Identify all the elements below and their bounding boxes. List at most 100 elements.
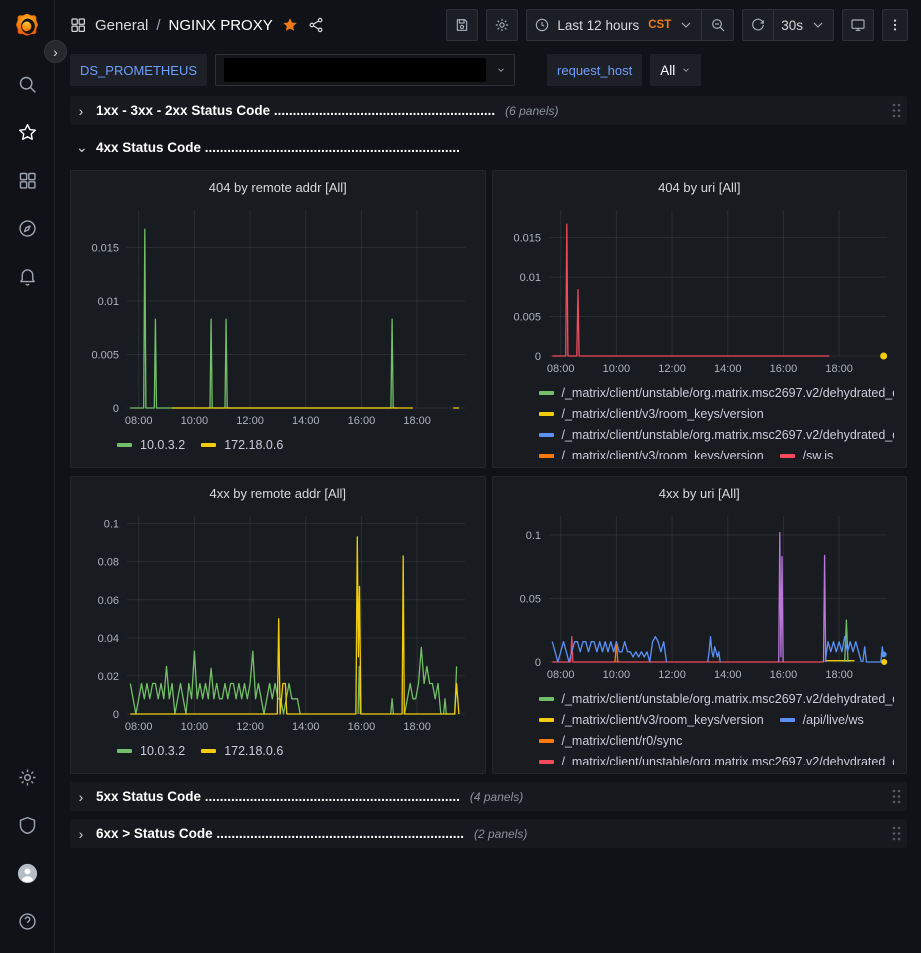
legend-item[interactable]: 10.0.3.2 [117, 740, 185, 761]
legend-swatch [201, 749, 216, 753]
legend-label: /_matrix/client/r0/sync [562, 734, 683, 748]
sidebar-item-profile[interactable] [5, 855, 49, 891]
zoom-out-time-button[interactable] [702, 9, 734, 41]
legend-swatch [201, 443, 216, 447]
refresh-interval-label: 30s [781, 18, 803, 33]
dashboard-canvas: › 1xx - 3xx - 2xx Status Code ..........… [55, 94, 921, 953]
refresh-interval-picker[interactable]: 30s [774, 9, 834, 41]
row-title: 1xx - 3xx - 2xx Status Code ............… [96, 103, 495, 118]
row-header-1xx-3xx-2xx[interactable]: › 1xx - 3xx - 2xx Status Code ..........… [70, 96, 907, 125]
legend-item[interactable]: /_matrix/client/unstable/org.matrix.msc2… [539, 382, 895, 403]
legend-item[interactable]: /_matrix/client/v3/room_keys/version [539, 445, 764, 459]
svg-text:14:00: 14:00 [292, 415, 320, 427]
timeseries-plot[interactable]: 00.050.108:0010:0012:0014:0016:0018:00 [503, 506, 897, 684]
variable-label-request-host: request_host [547, 54, 642, 86]
sidebar-item-explore[interactable] [5, 210, 49, 246]
svg-text:16:00: 16:00 [348, 721, 376, 733]
legend-label: 10.0.3.2 [140, 744, 185, 758]
legend-item[interactable]: /_matrix/client/unstable/org.matrix.msc2… [539, 751, 895, 765]
panel-title[interactable]: 4xx by remote addr [All] [81, 482, 475, 506]
sidebar-item-help[interactable] [5, 903, 49, 939]
sidebar-expand-button[interactable]: › [44, 40, 67, 63]
star-filled-icon[interactable] [281, 16, 299, 34]
sidebar-item-configuration[interactable] [5, 759, 49, 795]
legend-label: /sw.js [803, 449, 834, 460]
svg-text:18:00: 18:00 [403, 415, 431, 427]
timeseries-plot[interactable]: 00.0050.010.01508:0010:0012:0014:0016:00… [81, 200, 475, 430]
row-header-5xx[interactable]: › 5xx Status Code ......................… [70, 782, 907, 811]
sidebar-item-search[interactable] [5, 66, 49, 102]
legend-label: /_matrix/client/v3/room_keys/version [562, 449, 764, 460]
legend-item[interactable]: /api/live/ws [780, 709, 864, 730]
legend-item[interactable]: /_matrix/client/v3/room_keys/version [539, 709, 764, 730]
avatar [17, 863, 38, 884]
row-drag-handle[interactable] [892, 789, 901, 804]
help-icon [17, 911, 38, 932]
legend-swatch [539, 412, 554, 416]
panel-404-by-remote-addr: 404 by remote addr [All] 00.0050.010.015… [70, 170, 486, 468]
bell-icon [17, 266, 38, 287]
sidebar-item-alerting[interactable] [5, 258, 49, 294]
chevron-down-icon [496, 65, 506, 75]
variable-select-ds-prometheus[interactable] [215, 54, 515, 86]
legend-item[interactable]: /_matrix/client/unstable/org.matrix.msc2… [539, 688, 895, 709]
row-header-6xx[interactable]: › 6xx > Status Code ....................… [70, 819, 907, 848]
row-drag-handle[interactable] [892, 103, 901, 118]
sidebar-item-server-admin[interactable] [5, 807, 49, 843]
panel-title[interactable]: 404 by remote addr [All] [81, 176, 475, 200]
legend-swatch [539, 718, 554, 722]
svg-text:0.02: 0.02 [98, 671, 119, 683]
legend-item[interactable]: 172.18.0.6 [201, 434, 283, 455]
legend-item[interactable]: /_matrix/client/r0/sync [539, 730, 683, 751]
legend-label: 172.18.0.6 [224, 438, 283, 452]
row-header-4xx[interactable]: ⌄ 4xx Status Code ......................… [70, 133, 907, 162]
time-range-picker[interactable]: Last 12 hours CST [526, 9, 702, 41]
svg-text:08:00: 08:00 [125, 721, 153, 733]
legend-swatch [539, 739, 554, 743]
svg-text:18:00: 18:00 [403, 721, 431, 733]
timeseries-plot[interactable]: 00.020.040.060.080.108:0010:0012:0014:00… [81, 506, 475, 736]
variable-label-ds-prometheus: DS_PROMETHEUS [70, 54, 207, 86]
variable-select-request-host[interactable]: All [650, 54, 701, 86]
legend-swatch [539, 391, 554, 395]
refresh-button[interactable] [742, 9, 774, 41]
sidebar-item-dashboards[interactable] [5, 162, 49, 198]
dashboard-settings-button[interactable] [486, 9, 518, 41]
legend-item[interactable]: /_matrix/client/unstable/org.matrix.msc2… [539, 424, 895, 445]
svg-text:0.06: 0.06 [98, 595, 119, 607]
legend-item[interactable]: /_matrix/client/v3/room_keys/version [539, 403, 764, 424]
legend-label: /api/live/ws [803, 713, 864, 727]
cycle-view-mode-button[interactable] [842, 9, 874, 41]
panel-title[interactable]: 4xx by uri [All] [503, 482, 897, 506]
svg-text:0.1: 0.1 [104, 519, 119, 531]
legend-swatch [539, 697, 554, 701]
panel-title[interactable]: 404 by uri [All] [503, 176, 897, 200]
row-title: 4xx Status Code ........................… [96, 140, 460, 155]
legend-item[interactable]: /sw.js [780, 445, 834, 459]
timeseries-plot[interactable]: 00.0050.010.01508:0010:0012:0014:0016:00… [503, 200, 897, 378]
chart-legend: 10.0.3.2 172.18.0.6 [81, 736, 475, 765]
page-title[interactable]: NGINX PROXY [169, 17, 273, 34]
breadcrumb-folder[interactable]: General [95, 17, 148, 34]
svg-text:08:00: 08:00 [125, 415, 153, 427]
shield-icon [17, 815, 38, 836]
share-icon[interactable] [307, 16, 325, 34]
legend-item[interactable]: 10.0.3.2 [117, 434, 185, 455]
legend-swatch [539, 760, 554, 764]
zoom-out-icon [710, 17, 726, 33]
row-drag-handle[interactable] [892, 826, 901, 841]
legend-item[interactable]: 172.18.0.6 [201, 740, 283, 761]
svg-text:10:00: 10:00 [181, 721, 209, 733]
svg-text:16:00: 16:00 [348, 415, 376, 427]
svg-text:08:00: 08:00 [546, 363, 574, 375]
svg-text:0: 0 [534, 351, 540, 363]
chevron-right-icon: › [76, 103, 86, 119]
save-dashboard-button[interactable] [446, 9, 478, 41]
sidebar-item-starred[interactable] [5, 114, 49, 150]
svg-text:0: 0 [113, 709, 119, 721]
grafana-logo[interactable] [12, 12, 42, 42]
legend-label: 172.18.0.6 [224, 744, 283, 758]
more-options-button[interactable] [882, 9, 908, 41]
legend-swatch [780, 718, 795, 722]
chart-legend: 10.0.3.2 172.18.0.6 [81, 430, 475, 459]
